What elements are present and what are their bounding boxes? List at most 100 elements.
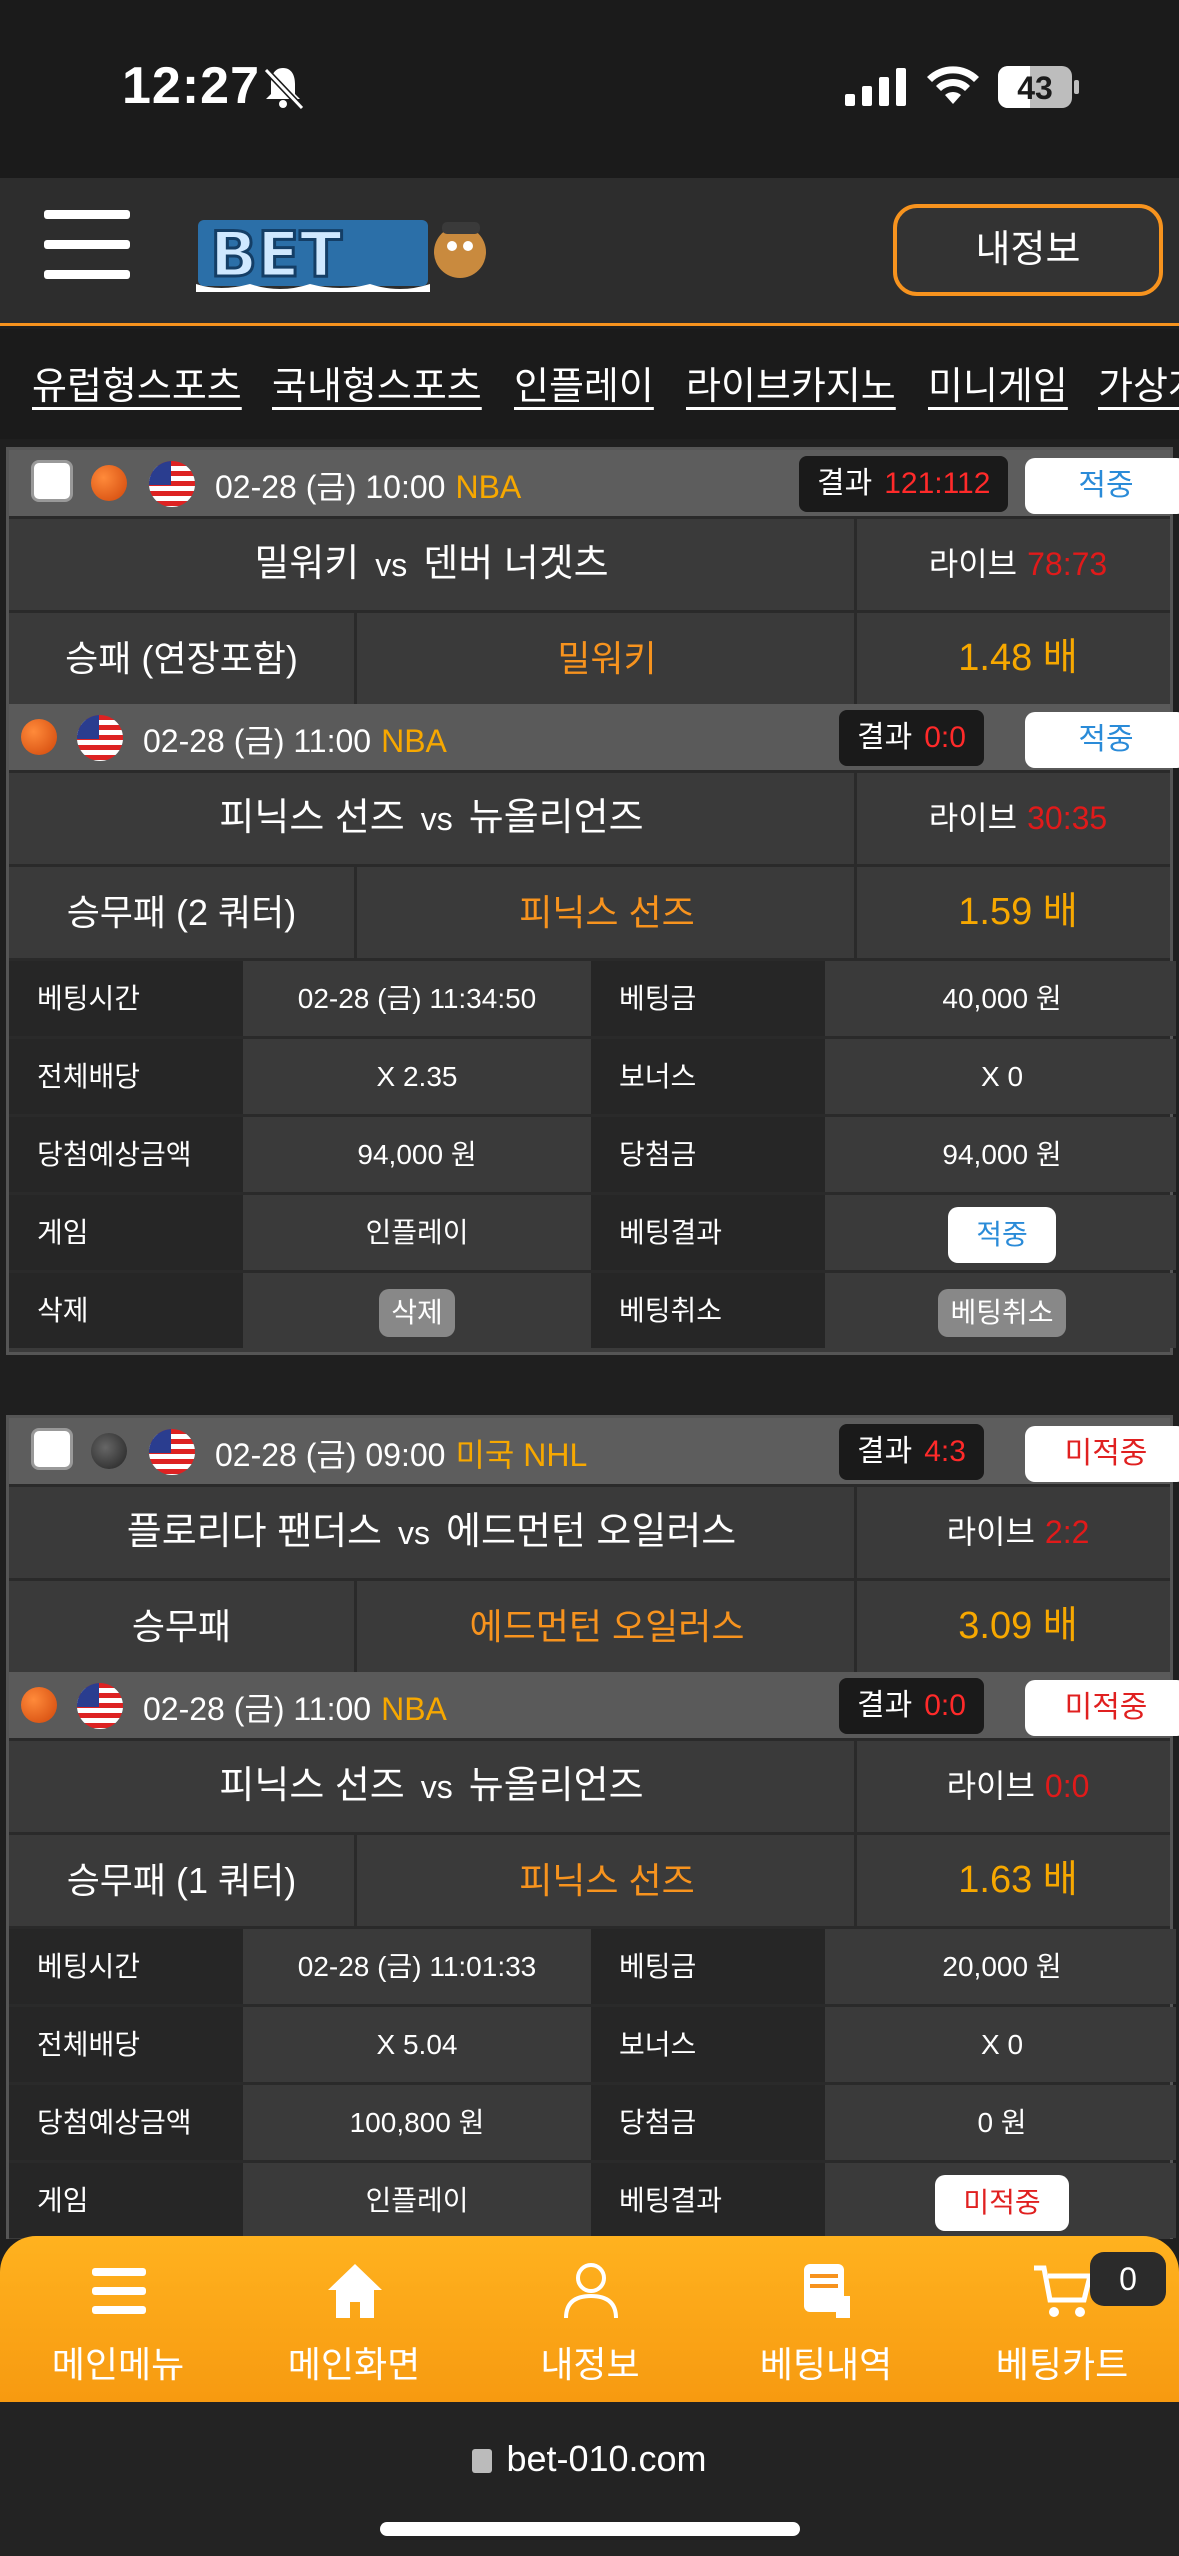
match-status-badge: 미적중 (1025, 1426, 1179, 1482)
detail-row: 삭제 삭제 베팅취소 베팅취소 (9, 1270, 1176, 1348)
bet-cart-label: 베팅카트 (995, 2344, 1129, 2385)
site-header: BET 내정보 (0, 178, 1179, 326)
match-datetime: 02-28 (금) 11:00 NBA (143, 1691, 447, 1727)
match-datetime: 02-28 (금) 11:00 NBA (143, 723, 447, 759)
detail-row: 베팅시간 02-28 (금) 11:34:50 베팅금 40,000 원 (9, 958, 1176, 1036)
lock-icon (472, 2449, 493, 2473)
final-result: 결과 0:0 (839, 710, 984, 766)
detail-row: 게임 인플레이 베팅결과 적중 (9, 1192, 1176, 1270)
bet-history-button[interactable]: 베팅내역 (708, 2236, 944, 2402)
cancel-bet-button[interactable]: 베팅취소 (938, 1288, 1066, 1337)
home-label: 메인화면 (287, 2344, 421, 2385)
home-button[interactable]: 메인화면 (236, 2236, 472, 2402)
my-info-button[interactable]: 내정보 (893, 204, 1163, 296)
market-type: 승무패 (1 쿼터) (9, 1835, 357, 1926)
detail-row: 당첨예상금액 94,000 원 당첨금 94,000 원 (9, 1114, 1176, 1192)
bet-details-table: 베팅시간 02-28 (금) 11:01:33 베팅금 20,000 원 전체배… (9, 1926, 1176, 2239)
live-score: 라이브 2:2 (946, 1514, 1090, 1550)
tab-live-casino[interactable]: 라이브카지노 (686, 355, 896, 410)
tab-mini-game[interactable]: 미니게임 (928, 355, 1068, 410)
pick-row: 승패 (연장포함) 밀워키 1.48 배 (9, 610, 1170, 704)
teams-row: 피닉스 선즈 vs 뉴올리언즈 라이브 0:0 (9, 1738, 1170, 1832)
league-name: NBA (381, 723, 447, 759)
user-icon (564, 2263, 618, 2319)
delete-cell: 삭제 (246, 1273, 588, 1348)
total-odds-label: 전체배당 (9, 1039, 243, 1114)
detail-row: 게임 인플레이 베팅결과 미적중 (9, 2160, 1176, 2238)
match-datetime: 02-28 (금) 09:00 미국 NHL (215, 1437, 588, 1473)
usa-flag-icon (149, 1429, 195, 1475)
game-value: 인플레이 (246, 2163, 588, 2238)
match-header: 02-28 (금) 10:00 NBA 결과 121:112 적중 (9, 450, 1179, 516)
game-label: 게임 (9, 1195, 243, 1270)
match-status-badge: 미적중 (1025, 1680, 1179, 1736)
win-amount-label: 당첨금 (591, 1117, 825, 1192)
battery-level: 43 (1017, 70, 1053, 106)
bet-amount-value: 20,000 원 (828, 1929, 1176, 2004)
selected-pick: 에드먼턴 오일러스 (360, 1581, 857, 1672)
cellular-signal-icon (845, 68, 906, 106)
bell-muted-icon (263, 67, 305, 111)
url-display[interactable]: bet-010.com (0, 2438, 1179, 2480)
bet-result-badge: 적중 (948, 1206, 1056, 1263)
bet-amount-value: 40,000 원 (828, 961, 1176, 1036)
cart-icon (1034, 2265, 1094, 2317)
teams-row: 밀워키 vs 덴버 너겟츠 라이브 78:73 (9, 516, 1170, 610)
bet-result-label: 베팅결과 (591, 1195, 825, 1270)
bet-history-label: 베팅내역 (759, 2344, 893, 2385)
match-datetime: 02-28 (금) 10:00 NBA (215, 469, 522, 505)
market-type: 승무패 (9, 1581, 357, 1672)
final-result: 결과 0:0 (839, 1678, 984, 1734)
tab-inplay[interactable]: 인플레이 (514, 355, 654, 410)
final-result: 결과 121:112 (799, 456, 1009, 512)
bottom-menu: 메인메뉴 메인화면 내정보 베팅내역 베팅카트 (0, 2236, 1179, 2402)
game-value: 인플레이 (246, 1195, 588, 1270)
basketball-icon (91, 465, 127, 501)
category-tabs: 유럽형스포츠 국내형스포츠 인플레이 라이브카지노 미니게임 가상게임 (0, 329, 1179, 439)
total-odds-value: X 5.04 (246, 2007, 588, 2082)
final-result: 결과 4:3 (839, 1424, 984, 1480)
tab-euro-sports[interactable]: 유럽형스포츠 (32, 355, 242, 410)
match-header: 02-28 (금) 09:00 미국 NHL 결과 4:3 미적중 (9, 1418, 1179, 1484)
win-amount-value: 94,000 원 (828, 1117, 1176, 1192)
detail-row: 전체배당 X 5.04 보너스 X 0 (9, 2004, 1176, 2082)
usa-flag-icon (77, 715, 123, 761)
my-info-tab-button[interactable]: 내정보 (472, 2236, 708, 2402)
wifi-icon (927, 66, 979, 104)
basketball-icon (21, 1687, 57, 1723)
home-indicator[interactable] (380, 2522, 800, 2536)
bet-time-value: 02-28 (금) 11:01:33 (246, 1929, 588, 2004)
bonus-label: 보너스 (591, 1039, 825, 1114)
select-checkbox[interactable] (31, 1428, 73, 1470)
market-type: 승무패 (2 쿼터) (9, 867, 357, 958)
usa-flag-icon (77, 1683, 123, 1729)
pick-row: 승무패 (2 쿼터) 피닉스 선즈 1.59 배 (9, 864, 1170, 958)
bet-time-label: 베팅시간 (9, 1929, 243, 2004)
browser-url-bar[interactable]: bet-010.com (0, 2402, 1179, 2556)
main-menu-button[interactable]: 메인메뉴 (0, 2236, 236, 2402)
teams-row: 피닉스 선즈 vs 뉴올리언즈 라이브 30:35 (9, 770, 1170, 864)
site-logo[interactable]: BET (190, 200, 510, 300)
delete-button[interactable]: 삭제 (379, 1288, 455, 1337)
game-label: 게임 (9, 2163, 243, 2238)
market-type: 승패 (연장포함) (9, 613, 357, 704)
odds: 1.59 배 (958, 891, 1078, 933)
teams: 피닉스 선즈 vs 뉴올리언즈 (9, 1741, 857, 1832)
cancel-label: 베팅취소 (591, 1273, 825, 1348)
detail-row: 베팅시간 02-28 (금) 11:01:33 베팅금 20,000 원 (9, 1926, 1176, 2004)
tab-virtual-game[interactable]: 가상게임 (1098, 355, 1179, 410)
select-checkbox[interactable] (31, 460, 73, 502)
selected-pick: 피닉스 선즈 (360, 867, 857, 958)
odds: 3.09 배 (958, 1605, 1078, 1647)
delete-label: 삭제 (9, 1273, 243, 1348)
odds: 1.48 배 (958, 637, 1078, 679)
bet-history-list: 02-28 (금) 10:00 NBA 결과 121:112 적중 밀워키 vs 덴버 … (0, 439, 1179, 2239)
hamburger-menu-icon[interactable] (44, 210, 130, 280)
detail-row: 전체배당 X 2.35 보너스 X 0 (9, 1036, 1176, 1114)
expected-win-value: 94,000 원 (246, 1117, 588, 1192)
bonus-value: X 0 (828, 2007, 1176, 2082)
tab-korean-sports[interactable]: 국내형스포츠 (272, 355, 482, 410)
win-amount-label: 당첨금 (591, 2085, 825, 2160)
bonus-label: 보너스 (591, 2007, 825, 2082)
league-name: 미국 NHL (455, 1437, 588, 1473)
